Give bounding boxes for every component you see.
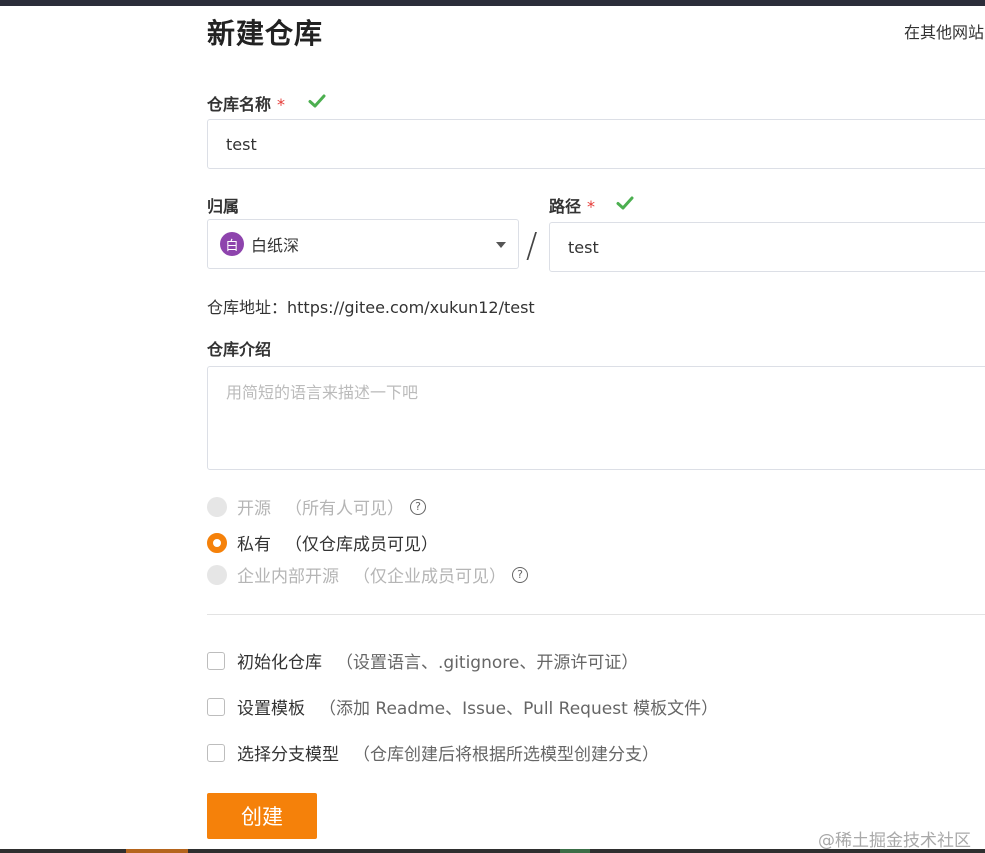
avatar: 白 xyxy=(220,232,244,256)
visibility-note: （仅企业成员可见） xyxy=(353,567,506,587)
required-mark: * xyxy=(277,95,286,114)
owner-select[interactable]: 白 白纸深 xyxy=(207,219,519,269)
option-label: 初始化仓库 xyxy=(237,653,322,673)
radio-button[interactable] xyxy=(207,532,227,553)
path-separator: / xyxy=(526,226,538,266)
visibility-label: 开源 xyxy=(237,499,271,519)
owner-label: 归属 xyxy=(207,197,240,216)
bottom-bar-segment xyxy=(126,849,188,853)
help-icon[interactable]: ? xyxy=(512,566,528,583)
description-placeholder: 用简短的语言来描述一下吧 xyxy=(226,383,419,402)
visibility-option-public: 开源 （所有人可见） ? xyxy=(207,494,426,519)
path-label-text: 路径 xyxy=(549,197,582,216)
watermark: @稀土掘金技术社区 xyxy=(818,831,971,851)
description-textarea[interactable]: 用简短的语言来描述一下吧 xyxy=(207,366,985,470)
divider xyxy=(207,614,985,615)
path-input[interactable]: test xyxy=(549,222,985,272)
check-icon xyxy=(308,94,326,108)
visibility-note: （仅仓库成员可见） xyxy=(285,535,438,555)
visibility-option-private[interactable]: 私有 （仅仓库成员可见） xyxy=(207,530,438,555)
option-branch-model[interactable]: 选择分支模型 （仓库创建后将根据所选模型创建分支） xyxy=(207,740,659,765)
top-bar xyxy=(0,0,985,6)
repo-name-label: 仓库名称 * xyxy=(207,91,285,115)
check-icon xyxy=(616,196,634,210)
option-note: （仓库创建后将根据所选模型创建分支） xyxy=(353,745,659,765)
checkbox[interactable] xyxy=(207,651,225,670)
repo-name-input[interactable]: test xyxy=(207,119,985,169)
radio-button xyxy=(207,564,227,585)
repo-address: 仓库地址：https://gitee.com/xukun12/test xyxy=(207,298,535,317)
description-label: 仓库介绍 xyxy=(207,340,272,359)
option-template[interactable]: 设置模板 （添加 Readme、Issue、Pull Request 模板文件） xyxy=(207,694,718,719)
checkbox[interactable] xyxy=(207,697,225,716)
page-title: 新建仓库 xyxy=(207,17,324,50)
option-init-repo[interactable]: 初始化仓库 （设置语言、.gitignore、开源许可证） xyxy=(207,648,638,673)
repo-name-label-text: 仓库名称 xyxy=(207,95,272,114)
owner-value: 白纸深 xyxy=(251,236,300,255)
option-label: 选择分支模型 xyxy=(237,745,339,765)
bottom-bar xyxy=(0,849,985,853)
option-note: （添加 Readme、Issue、Pull Request 模板文件） xyxy=(319,699,719,719)
visibility-label: 私有 xyxy=(237,535,271,555)
path-label: 路径 * xyxy=(549,193,595,217)
visibility-label: 企业内部开源 xyxy=(237,567,339,587)
required-mark: * xyxy=(587,197,596,216)
bottom-bar-segment xyxy=(560,849,590,853)
radio-button xyxy=(207,496,227,517)
create-button[interactable]: 创建 xyxy=(207,793,317,839)
visibility-option-enterprise: 企业内部开源 （仅企业成员可见） ? xyxy=(207,562,528,587)
help-icon[interactable]: ? xyxy=(410,498,426,515)
checkbox[interactable] xyxy=(207,743,225,762)
caret-down-icon xyxy=(496,242,506,248)
option-label: 设置模板 xyxy=(237,699,305,719)
visibility-note: （所有人可见） xyxy=(285,499,404,519)
import-from-other-site-link[interactable]: 在其他网站 xyxy=(904,19,984,43)
repo-name-value: test xyxy=(226,134,257,154)
option-note: （设置语言、.gitignore、开源许可证） xyxy=(336,653,639,673)
path-value: test xyxy=(568,237,599,257)
